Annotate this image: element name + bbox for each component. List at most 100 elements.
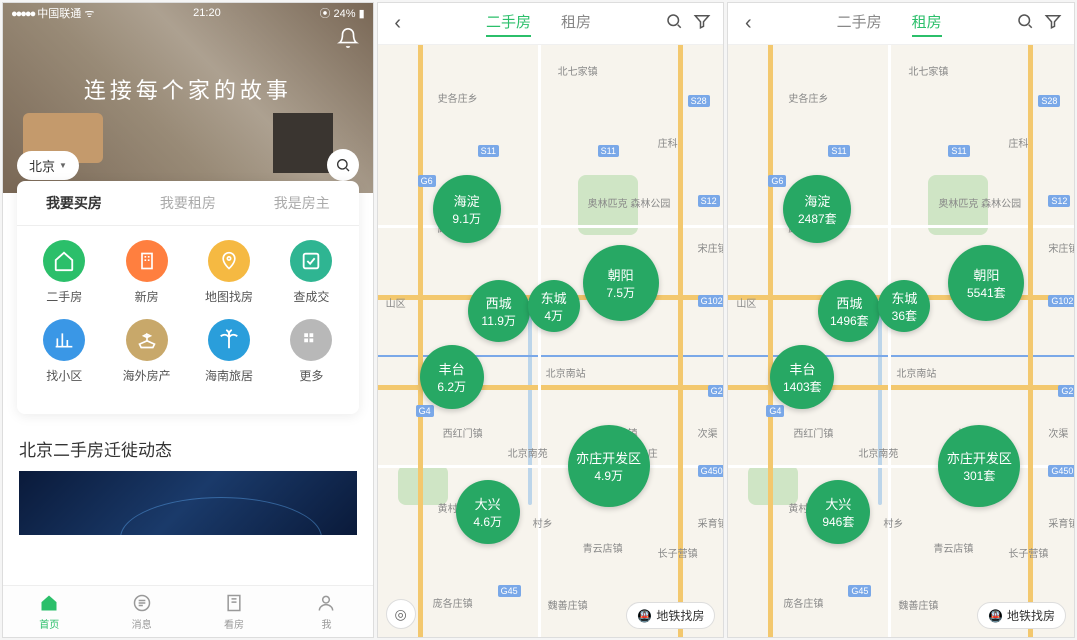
road-badge: S11	[948, 145, 969, 157]
hero-tagline: 连接每个家的故事	[3, 73, 373, 105]
filter-icon[interactable]	[1044, 12, 1062, 35]
map-place-label: 采育镇	[1048, 515, 1074, 530]
tab-secondhand[interactable]: 二手房	[486, 11, 531, 37]
district-bubble[interactable]: 朝阳7.5万	[583, 245, 659, 321]
road-badge: G4501	[698, 465, 724, 477]
locate-button[interactable]: ◎	[386, 599, 416, 629]
district-bubble[interactable]: 朝阳5541套	[948, 245, 1024, 321]
home-screen: ●●●●● 中国联通 ᯤ 21:20 ⦿ 24% ▮ 连接每个家的故事 北京▼ …	[2, 2, 374, 638]
map-area[interactable]: 北七家镇史各庄乡庄科奥林匹克 森林公园顾山区宋庄镇北京南站西红门镇旧宫镇次渠北京…	[728, 45, 1074, 637]
map-place-label: 次渠	[1048, 425, 1068, 440]
district-bubble[interactable]: 海淀9.1万	[433, 175, 501, 243]
tab-secondhand[interactable]: 二手房	[837, 11, 882, 37]
road-badge: S11	[598, 145, 619, 157]
road-badge: S12	[698, 195, 720, 207]
metro-search-button[interactable]: 🚇地铁找房	[626, 602, 715, 629]
shortcut-0[interactable]: 二手房	[23, 240, 105, 305]
road-badge: G102	[698, 295, 724, 307]
map-place-label: 魏善庄镇	[898, 597, 938, 612]
shortcut-1[interactable]: 新房	[105, 240, 187, 305]
map-place-label: 北京南苑	[858, 445, 898, 460]
map-place-label: 庄科	[658, 135, 678, 150]
top-bar: ‹ 二手房 租房	[378, 3, 724, 45]
back-button[interactable]: ‹	[384, 12, 412, 35]
map-place-label: 奥林匹克 森林公园	[588, 195, 671, 210]
shortcut-2[interactable]: 地图找房	[188, 240, 270, 305]
road-badge: S11	[828, 145, 849, 157]
shortcut-5[interactable]: 海外房产	[105, 319, 187, 384]
district-bubble[interactable]: 大兴946套	[806, 480, 870, 544]
bottom-tabbar: 首页消息看房我	[3, 585, 373, 637]
chart-icon	[43, 319, 85, 361]
district-bubble[interactable]: 东城4万	[528, 280, 580, 332]
district-bubble[interactable]: 海淀2487套	[783, 175, 851, 243]
road-badge: G4	[766, 405, 784, 417]
road-badge: G45	[848, 585, 871, 597]
map-place-label: 山区	[736, 295, 756, 310]
section-title: 北京二手房迁徙动态	[19, 436, 357, 461]
metro-icon: 🚇	[988, 609, 1003, 623]
building-icon	[126, 240, 168, 282]
map-place-label: 北京南苑	[508, 445, 548, 460]
metro-search-button[interactable]: 🚇地铁找房	[977, 602, 1066, 629]
search-icon[interactable]	[665, 12, 683, 35]
tabbar-item-3[interactable]: 我	[280, 586, 372, 637]
road-badge: G6	[418, 175, 436, 187]
tabbar-item-0[interactable]: 首页	[3, 586, 95, 637]
search-button[interactable]	[327, 149, 359, 181]
filter-icon[interactable]	[693, 12, 711, 35]
map-area[interactable]: 北七家镇史各庄乡庄科奥林匹克 森林公园顾山区宋庄镇北京南站西红门镇旧宫镇次渠北京…	[378, 45, 724, 637]
map-place-label: 青云店镇	[583, 540, 623, 555]
shortcut-4[interactable]: 找小区	[23, 319, 105, 384]
metro-icon: 🚇	[637, 609, 652, 623]
grid-icon	[290, 319, 332, 361]
district-bubble[interactable]: 亦庄开发区4.9万	[568, 425, 650, 507]
road-badge: S11	[478, 145, 499, 157]
district-bubble[interactable]: 西城1496套	[818, 280, 880, 342]
road-badge: S28	[1038, 95, 1060, 107]
district-bubble[interactable]: 东城36套	[878, 280, 930, 332]
district-bubble[interactable]: 西城11.9万	[468, 280, 530, 342]
shortcut-7[interactable]: 更多	[270, 319, 352, 384]
tabbar-item-1[interactable]: 消息	[95, 586, 187, 637]
road-badge: G2	[1058, 385, 1074, 397]
tab-rental[interactable]: 租房	[561, 11, 591, 37]
top-bar: ‹ 二手房 租房	[728, 3, 1074, 45]
migration-banner[interactable]	[19, 471, 357, 535]
road-badge: G2	[708, 385, 724, 397]
notifications-icon[interactable]	[337, 27, 359, 54]
district-bubble[interactable]: 大兴4.6万	[456, 480, 520, 544]
map-place-label: 宋庄镇	[1048, 240, 1074, 255]
map-place-label: 长子营镇	[658, 545, 698, 560]
map-place-label: 史各庄乡	[438, 90, 478, 105]
city-selector[interactable]: 北京▼	[17, 151, 79, 180]
district-bubble[interactable]: 丰台6.2万	[420, 345, 484, 409]
tab-rent[interactable]: 我要租房	[131, 181, 245, 225]
tabbar-item-2[interactable]: 看房	[188, 586, 280, 637]
district-bubble[interactable]: 丰台1403套	[770, 345, 834, 409]
map-place-label: 次渠	[698, 425, 718, 440]
map-place-label: 采育镇	[698, 515, 724, 530]
map-place-label: 宋庄镇	[698, 240, 724, 255]
map-place-label: 村乡	[883, 515, 903, 530]
map-place-label: 史各庄乡	[788, 90, 828, 105]
map-place-label: 魏善庄镇	[548, 597, 588, 612]
road-badge: G4	[416, 405, 434, 417]
road-badge: G102	[1048, 295, 1074, 307]
back-button[interactable]: ‹	[734, 12, 762, 35]
map-place-label: 青云店镇	[933, 540, 973, 555]
shortcut-6[interactable]: 海南旅居	[188, 319, 270, 384]
district-bubble[interactable]: 亦庄开发区301套	[938, 425, 1020, 507]
shortcut-3[interactable]: 查成交	[270, 240, 352, 305]
road-badge: S28	[688, 95, 710, 107]
search-icon[interactable]	[1016, 12, 1034, 35]
check-icon	[290, 240, 332, 282]
tab-owner[interactable]: 我是房主	[245, 181, 359, 225]
ship-icon	[126, 319, 168, 361]
map-place-label: 长子营镇	[1008, 545, 1048, 560]
map-place-label: 西红门镇	[443, 425, 483, 440]
road-badge: G45	[498, 585, 521, 597]
tab-rental[interactable]: 租房	[912, 11, 942, 37]
map-place-label: 庞各庄镇	[433, 595, 473, 610]
tab-buy[interactable]: 我要买房	[17, 181, 131, 225]
